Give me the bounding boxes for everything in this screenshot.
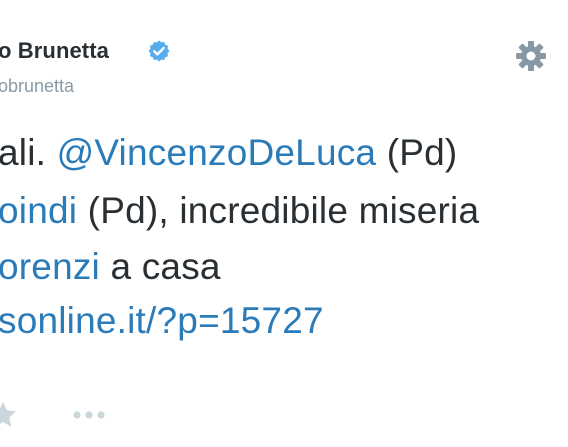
user-handle[interactable]: obrunetta	[0, 76, 74, 97]
tweet-text-line: sonline.it/?p=15727	[0, 300, 324, 342]
tweet-text: (Pd), incredibile miseria	[77, 190, 480, 231]
tweet-text-line: orenzi a casa	[0, 246, 221, 288]
tweet-text-line: ali. @VincenzoDeLuca (Pd)	[0, 132, 457, 174]
mention-link[interactable]: oindi	[0, 190, 77, 231]
verified-badge-icon	[148, 40, 170, 62]
display-name[interactable]: o Brunetta	[0, 38, 109, 64]
mention-link[interactable]: @VincenzoDeLuca	[57, 132, 377, 173]
tweet-text: a casa	[99, 246, 221, 287]
tweet-text-line: oindi (Pd), incredibile miseria	[0, 190, 479, 232]
tweet-text: (Pd)	[376, 132, 458, 173]
star-icon[interactable]	[0, 400, 18, 430]
url-link[interactable]: sonline.it/?p=15727	[0, 300, 324, 341]
gear-icon[interactable]	[514, 39, 548, 73]
mention-link[interactable]: orenzi	[0, 246, 100, 287]
tweet-text: ali.	[0, 132, 57, 173]
more-dots-icon[interactable]	[72, 407, 106, 423]
